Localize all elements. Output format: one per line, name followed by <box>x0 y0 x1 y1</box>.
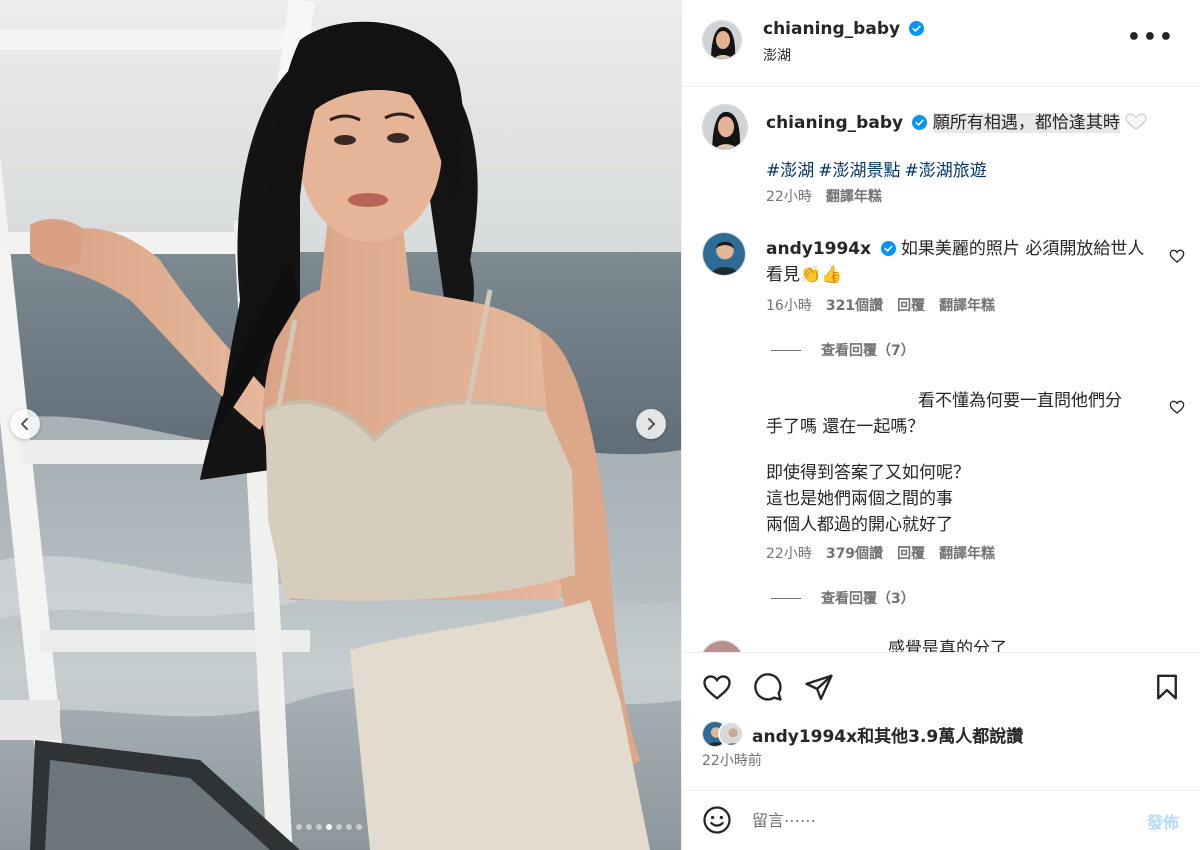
post-photo <box>0 0 681 850</box>
comment-text: andy1994x 如果美麗的照片 必須開放給世人 看見👏👍 <box>766 236 1144 288</box>
like-heart-icon[interactable] <box>702 672 732 702</box>
carousel-dot <box>296 824 302 830</box>
caption: chianing_baby 願所有相遇，都恰逢其時 <box>766 108 1147 133</box>
divider <box>771 597 801 599</box>
avatar-image <box>703 21 741 59</box>
caption-hashtags: #澎湖 #澎湖景點 #澎湖旅遊 <box>766 156 991 181</box>
caption-meta: 22小時 翻譯年糕 <box>766 186 896 206</box>
carousel-dot <box>336 824 342 830</box>
carousel-dot <box>306 824 312 830</box>
comment-line: 如果美麗的照片 必須開放給世人 <box>900 239 1145 259</box>
carousel-indicator <box>296 824 362 830</box>
previous-photo-button[interactable] <box>10 409 40 439</box>
hashtag-link[interactable]: #澎湖 <box>766 161 814 181</box>
comment-input[interactable] <box>752 808 1112 832</box>
avatar-image <box>701 641 743 652</box>
translate-button[interactable]: 翻譯年糕 <box>939 546 995 562</box>
avatar-image <box>703 105 747 149</box>
carousel-dot <box>326 824 332 830</box>
white-heart-icon <box>1125 113 1147 130</box>
caption-time[interactable]: 22小時 <box>766 189 812 205</box>
post-actions: andy1994x和其他3.9萬人都說讚 22小時前 <box>682 652 1200 790</box>
avatar-image <box>720 723 742 745</box>
next-photo-button[interactable] <box>636 409 666 439</box>
translate-button[interactable]: 翻譯年糕 <box>939 298 995 314</box>
caption-avatar[interactable] <box>702 104 748 150</box>
chevron-left-icon <box>20 418 28 430</box>
comment-line: 手了嗎 還在一起嗎？ <box>766 417 925 437</box>
liker-avatar[interactable] <box>718 721 744 747</box>
hashtag-link[interactable]: #澎湖景點 <box>818 161 900 181</box>
likes-summary[interactable]: andy1994x和其他3.9萬人都說讚 <box>752 722 1023 747</box>
comment-bubble-icon[interactable] <box>753 672 783 702</box>
post-header: chianing_baby 澎湖 ••• <box>682 0 1200 87</box>
comment-likes[interactable]: 379個讚 <box>826 546 883 562</box>
verified-badge-icon <box>909 21 925 36</box>
reply-button[interactable]: 回覆 <box>897 546 925 562</box>
comment-text: 感覺是真的分了 <box>766 636 1166 652</box>
header-location[interactable]: 澎湖 <box>763 45 791 65</box>
caption-username[interactable]: chianing_baby <box>766 113 903 133</box>
comment-line: 即使得到答案了又如何呢？ <box>766 463 970 483</box>
likes-text: 和其他3.9萬人都說讚 <box>857 727 1024 747</box>
carousel-dot <box>346 824 352 830</box>
reply-button[interactable]: 回覆 <box>897 298 925 314</box>
emoji-smiley-icon[interactable] <box>702 805 732 835</box>
like-comment-heart-icon[interactable] <box>1169 248 1185 264</box>
verified-badge-icon <box>912 115 928 130</box>
likes-username[interactable]: andy1994x <box>752 727 857 747</box>
avatar-image <box>703 233 745 275</box>
comment-line: 感覺是真的分了 <box>888 639 1007 652</box>
post-side-panel: chianing_baby 澎湖 ••• chianing_baby 願所有相遇… <box>681 0 1200 850</box>
post-timestamp[interactable]: 22小時前 <box>702 750 762 770</box>
comment-time[interactable]: 22小時 <box>766 546 812 562</box>
view-replies-button[interactable]: 查看回覆（3） <box>771 588 915 608</box>
translate-button[interactable]: 翻譯年糕 <box>826 189 882 205</box>
verified-badge-icon <box>880 241 896 256</box>
comment-line: 這也是她們兩個之間的事 <box>766 489 953 509</box>
view-replies-button[interactable]: 查看回覆（7） <box>771 340 915 360</box>
comment-time[interactable]: 16小時 <box>766 298 812 314</box>
comment-meta: 22小時 379個讚 回覆 翻譯年糕 <box>766 543 1009 563</box>
header-username[interactable]: chianing_baby <box>763 19 900 39</box>
like-comment-heart-icon[interactable] <box>1169 399 1185 415</box>
comment-text: 看不懂為何要一直問他們分 手了嗎 還在一起嗎？ 即使得到答案了又如何呢？ 這也是… <box>766 388 1166 538</box>
divider <box>771 349 801 351</box>
caption-text: 願所有相遇，都恰逢其時 <box>932 113 1120 133</box>
add-comment-bar: 發佈 <box>682 790 1200 850</box>
more-options-icon[interactable]: ••• <box>1127 27 1175 49</box>
carousel-dot <box>356 824 362 830</box>
avatar[interactable] <box>702 20 742 60</box>
comment-avatar[interactable] <box>700 640 744 652</box>
comments-list: chianing_baby 願所有相遇，都恰逢其時 #澎湖 #澎湖景點 #澎湖旅遊 … <box>682 88 1200 652</box>
view-replies-label: 查看回覆（3） <box>821 591 915 607</box>
view-replies-label: 查看回覆（7） <box>821 343 915 359</box>
comment-username[interactable]: andy1994x <box>766 239 871 259</box>
comment-line: 看不懂為何要一直問他們分 <box>918 391 1122 411</box>
share-paper-plane-icon[interactable] <box>804 672 834 702</box>
photo-illustration <box>0 0 681 850</box>
comment-line: 看見👏👍 <box>766 265 843 285</box>
carousel-dot <box>316 824 322 830</box>
comment-likes[interactable]: 321個讚 <box>826 298 883 314</box>
comment-meta: 16小時 321個讚 回覆 翻譯年糕 <box>766 295 1009 315</box>
chevron-right-icon <box>648 418 656 430</box>
bookmark-icon[interactable] <box>1152 672 1182 702</box>
comment-line: 兩個人都過的開心就好了 <box>766 515 953 535</box>
hashtag-link[interactable]: #澎湖旅遊 <box>905 161 987 181</box>
post-comment-button[interactable]: 發佈 <box>1147 809 1179 833</box>
comment-avatar[interactable] <box>702 232 746 276</box>
